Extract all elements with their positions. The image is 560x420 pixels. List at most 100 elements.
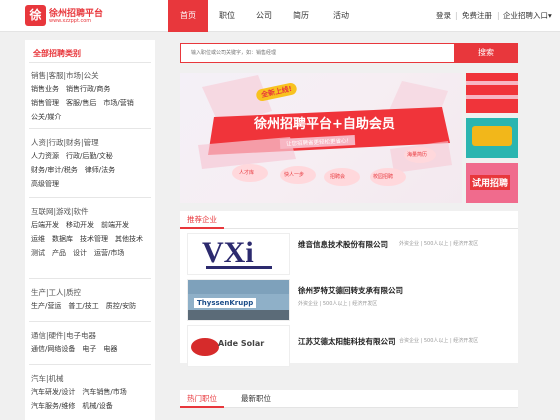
category-link[interactable]: 产品 (52, 248, 66, 258)
category-link[interactable]: 高级管理 (31, 179, 59, 189)
category-production: 生产|工人|质控 生产/营运 普工/技工 质控/安防 (25, 287, 155, 315)
divider (29, 62, 151, 63)
category-link[interactable]: 财务/审计/税务 (31, 165, 78, 175)
category-link[interactable]: 电器 (103, 344, 117, 354)
category-link[interactable]: 设计 (73, 248, 87, 258)
category-heading[interactable]: 互联网|游戏|软件 (31, 206, 155, 217)
category-sales: 销售|客服|市场|公关 销售业务 销售行政/商务 销售管理 客服/售后 市场/营… (25, 70, 155, 126)
category-link[interactable]: 人力资源 (31, 151, 59, 161)
category-link[interactable]: 其他技术 (115, 234, 143, 244)
company-meta: 外资企业 | 500人以上 | 经济开发区 (399, 241, 479, 247)
tab-recommended[interactable]: 推荐企业 (180, 211, 224, 229)
category-link[interactable]: 销售行政/商务 (66, 84, 110, 94)
category-link[interactable]: 普工/技工 (68, 301, 98, 311)
tab-new-jobs[interactable]: 最新职位 (234, 390, 278, 408)
logo-text: Aide Solar (218, 339, 265, 348)
category-link[interactable]: 测试 (31, 248, 45, 258)
company-meta: 合资企业 | 500人以上 | 经济开发区 (399, 338, 479, 344)
category-link[interactable]: 销售业务 (31, 84, 59, 94)
register-link[interactable]: 免费注册 (462, 0, 492, 32)
category-link[interactable]: 客服/售后 (66, 98, 96, 108)
category-heading[interactable]: 生产|工人|质控 (31, 287, 155, 298)
category-link[interactable]: 运营/市场 (94, 248, 124, 258)
tab-hot-jobs[interactable]: 热门职位 (180, 390, 224, 408)
search-input[interactable] (181, 44, 461, 62)
search-box (180, 43, 462, 63)
divider (29, 364, 151, 365)
category-link[interactable]: 公关/媒介 (31, 112, 61, 122)
category-link[interactable]: 前端开发 (101, 220, 129, 230)
banner-tag: 快人一步 (284, 172, 305, 178)
thumb-block (472, 126, 512, 146)
nav-resumes[interactable]: 简历 (293, 0, 309, 32)
category-link[interactable]: 汽车销售/市场 (82, 387, 126, 397)
category-link[interactable]: 移动开发 (66, 220, 94, 230)
category-link[interactable]: 汽车服务/维修 (31, 401, 75, 411)
category-link[interactable]: 销售管理 (31, 98, 59, 108)
category-link[interactable]: 市场/营销 (103, 98, 133, 108)
nav-jobs[interactable]: 职位 (219, 0, 235, 32)
category-link[interactable]: 质控/安防 (106, 301, 136, 311)
chevron-down-icon: ▾ (548, 11, 552, 20)
company-meta: 外资企业 | 500人以上 | 经济开发区 (298, 301, 378, 307)
banner-thumbnail[interactable] (466, 73, 518, 113)
banner-tag: 海量简历 (407, 152, 428, 158)
logo-sky (188, 280, 289, 294)
company-logo[interactable]: ThyssenKrupp (187, 279, 290, 321)
category-internet: 互联网|游戏|软件 后端开发 移动开发 前端开发 运维 数据库 技术管理 其他技… (25, 206, 155, 262)
nav-home[interactable]: 首页 (168, 0, 208, 32)
company-logo[interactable]: VXi (187, 233, 290, 275)
company-name[interactable]: 徐州罗特艾德回转支承有限公司 (298, 285, 403, 296)
nav-events[interactable]: 活动 (333, 0, 349, 32)
category-link[interactable]: 电子 (82, 344, 96, 354)
search-button[interactable]: 搜索 (454, 43, 518, 63)
promo-banner[interactable]: 全新上线! 徐州招聘平台+自助会员 让您招聘省更轻松更省心! 人才库 快人一步 … (180, 73, 462, 203)
category-auto: 汽车|机械 汽车研发/设计 汽车销售/市场 汽车服务/维修 机械/设备 (25, 373, 155, 415)
category-heading[interactable]: 人资|行政|财务|管理 (31, 137, 155, 148)
category-heading[interactable]: 汽车|机械 (31, 373, 155, 384)
divider (29, 278, 151, 279)
thumb-stripe (466, 81, 518, 85)
category-telecom: 通信|硬件|电子电器 通信/网络设备 电子 电器 (25, 330, 155, 358)
company-name[interactable]: 维音信息技术股份有限公司 (298, 239, 388, 250)
divider (29, 128, 151, 129)
site-logo[interactable]: 徐 徐州招聘平台 www.xzzppt.com (25, 4, 113, 28)
category-link[interactable]: 后端开发 (31, 220, 59, 230)
category-sidebar: 全部招聘类别 销售|客服|市场|公关 销售业务 销售行政/商务 销售管理 客服/… (25, 40, 155, 420)
sidebar-title: 全部招聘类别 (33, 49, 81, 58)
banner-tag: 人才库 (239, 170, 255, 176)
enterprise-entry-label: 企业招聘入口 (503, 11, 548, 20)
divider (29, 321, 151, 322)
login-link[interactable]: 登录 (436, 0, 451, 32)
recommend-header: 推荐企业 (180, 211, 518, 229)
banner-tag: 校园招聘 (373, 174, 394, 180)
logo-mark (191, 338, 219, 356)
category-link[interactable]: 技术管理 (80, 234, 108, 244)
category-heading[interactable]: 通信|硬件|电子电器 (31, 330, 155, 341)
category-heading[interactable]: 销售|客服|市场|公关 (31, 70, 155, 81)
logo-url: www.xzzppt.com (49, 18, 92, 24)
category-link[interactable]: 律师/法务 (85, 165, 115, 175)
logo-ground (188, 310, 289, 320)
thumb-stripe (466, 95, 518, 99)
category-link[interactable]: 汽车研发/设计 (31, 387, 75, 397)
nav-companies[interactable]: 公司 (256, 0, 272, 32)
category-link[interactable]: 通信/网络设备 (31, 344, 75, 354)
company-name[interactable]: 江苏艾德太阳能科技有限公司 (298, 336, 396, 347)
category-link[interactable]: 行政/后勤/文秘 (66, 151, 113, 161)
enterprise-entry[interactable]: 企业招聘入口▾ (503, 0, 552, 32)
banner-thumbnail[interactable] (466, 118, 518, 158)
logo-mark: 徐 (25, 5, 46, 26)
jobs-header: 热门职位 最新职位 (180, 390, 518, 408)
category-hr: 人资|行政|财务|管理 人力资源 行政/后勤/文秘 财务/审计/税务 律师/法务… (25, 137, 155, 193)
company-logo[interactable]: Aide Solar (187, 325, 290, 367)
category-link[interactable]: 运维 (31, 234, 45, 244)
logo-bar (206, 266, 272, 269)
category-link[interactable]: 数据库 (52, 234, 73, 244)
divider: | (455, 11, 458, 20)
category-link[interactable]: 生产/营运 (31, 301, 61, 311)
category-link[interactable]: 机械/设备 (82, 401, 112, 411)
thumb-text: 试用招聘 (470, 175, 511, 190)
banner-thumbnail[interactable]: 试用招聘 (466, 163, 518, 203)
logo-text: ThyssenKrupp (194, 298, 257, 308)
